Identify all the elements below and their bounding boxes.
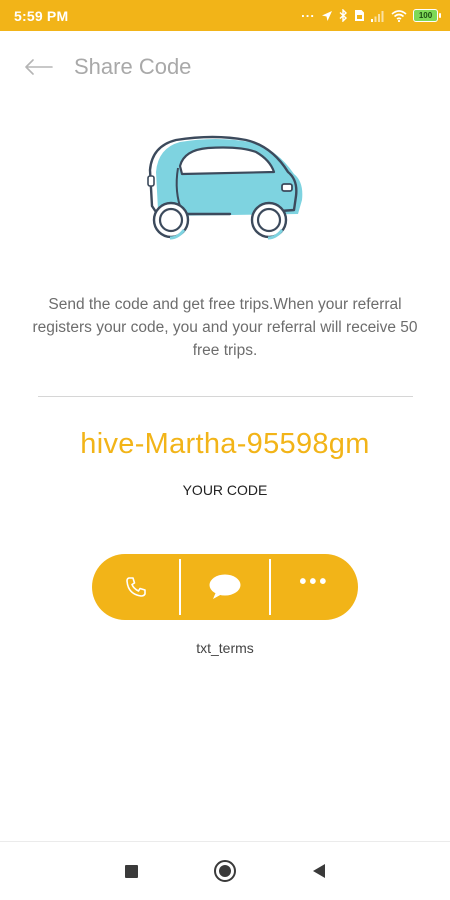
car-icon [147,135,303,240]
chat-bubble-icon [209,574,241,599]
recents-icon [124,864,138,878]
home-icon [214,860,236,882]
phone-icon [125,577,146,597]
nav-back-button[interactable] [272,842,366,900]
share-more-button[interactable]: ••• [271,554,358,620]
share-phone-button[interactable] [92,554,179,620]
your-code-label: YOUR CODE [182,482,268,498]
referral-description: Send the code and get free trips.When yo… [32,296,418,359]
notification-dots-icon: ... [301,5,315,20]
back-triangle-icon [313,864,325,878]
arrow-left-icon [25,59,53,75]
recents-button[interactable] [84,842,178,900]
page-title: Share Code [74,54,192,79]
referral-code: hive-Martha-95598gm [80,428,370,460]
more-horizontal-icon: ••• [299,570,330,593]
terms-link[interactable]: txt_terms [0,640,450,656]
status-bar: 5:59 PM ... 100 [0,0,450,31]
share-code-screen: 5:59 PM ... 100 Share Code Send the code… [0,0,450,900]
signal-icon [371,10,384,22]
battery-icon: 100 [413,9,441,22]
sim-card-icon [355,10,364,21]
battery-level: 100 [418,10,433,20]
share-message-button[interactable] [181,554,268,620]
share-actions-bar: ••• [92,554,358,620]
status-icons: ... 100 [301,5,441,22]
bluetooth-icon [339,9,348,22]
divider [38,396,413,397]
back-button[interactable] [19,47,59,87]
wifi-icon [391,9,407,22]
toolbar: Share Code [0,31,450,103]
navigation-bar [0,841,450,900]
status-time: 5:59 PM [14,7,69,24]
home-button[interactable] [178,842,272,900]
location-arrow-icon [322,10,332,21]
